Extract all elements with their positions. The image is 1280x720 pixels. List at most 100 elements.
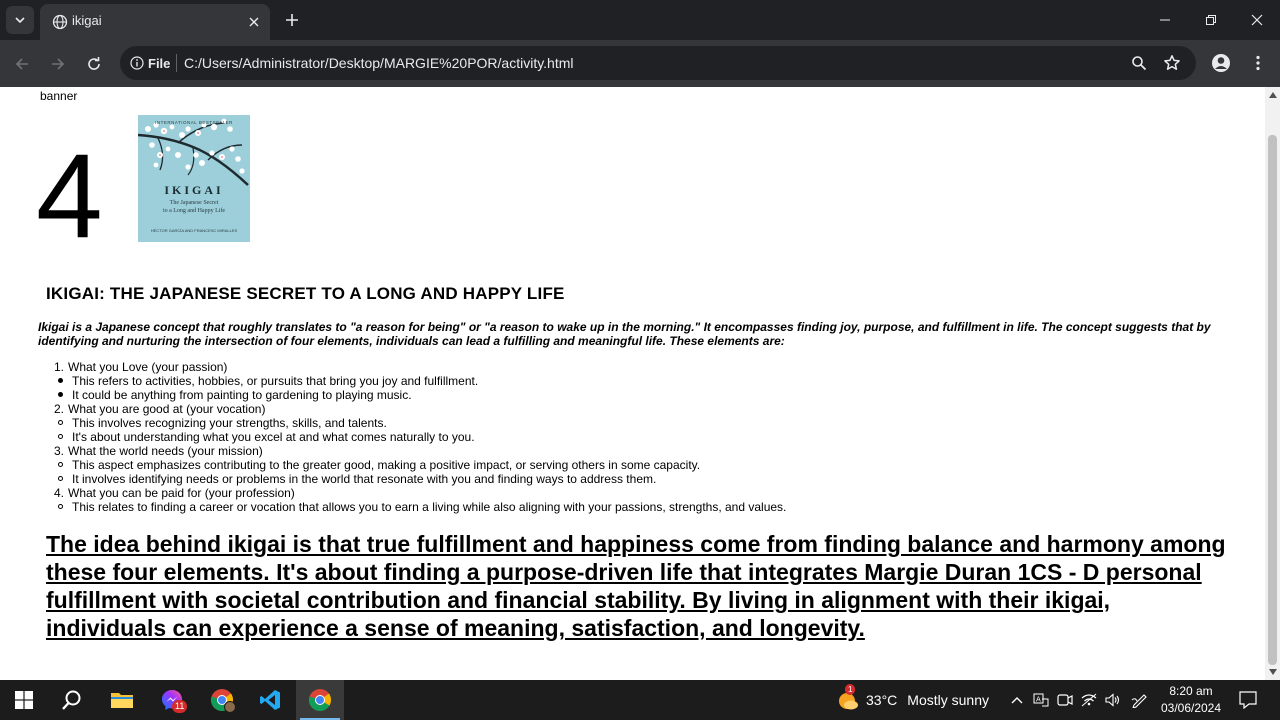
new-tab-button[interactable]	[280, 8, 304, 32]
clock-date: 03/06/2024	[1160, 701, 1222, 715]
element-number: 2.	[54, 402, 65, 416]
book-top-text: INTERNATIONAL BESTSELLER	[155, 120, 233, 125]
close-window-button[interactable]	[1234, 0, 1280, 40]
network-button[interactable]	[1078, 680, 1100, 720]
bullet-icon	[54, 430, 72, 444]
browser-toolbar: File C:/Users/Administrator/Desktop/MARG…	[0, 40, 1280, 87]
element-point-text: This aspect emphasizes contributing to t…	[72, 458, 701, 472]
url-text[interactable]: C:/Users/Administrator/Desktop/MARGIE%20…	[184, 55, 574, 71]
weather-icon-wrap: 1	[836, 684, 860, 712]
tab-title: ikigai	[72, 13, 102, 28]
tab-strip: ikigai	[0, 0, 1280, 40]
ikigai-elements-list: 1. What you Love (your passion) This refer…	[54, 360, 786, 514]
element-point-text: This relates to finding a career or voca…	[72, 500, 787, 514]
weather-temp: 33°C	[866, 692, 898, 708]
page-viewport: banner 4 INTERNATIONAL BESTSELLER IKIGAI	[0, 87, 1265, 680]
element-point: It involves identifying needs or problem…	[54, 472, 786, 486]
element-item: 1. What you Love (your passion)	[54, 360, 786, 374]
show-hidden-icons-button[interactable]	[1006, 680, 1028, 720]
site-info-label: File	[148, 55, 171, 71]
notification-icon	[1239, 691, 1257, 709]
arrow-left-icon	[15, 58, 28, 70]
element-label: What you can be paid for (your professio…	[68, 486, 295, 500]
chrome-profile-button[interactable]	[198, 680, 246, 720]
volume-button[interactable]	[1102, 680, 1124, 720]
chrome-icon	[308, 689, 332, 711]
bookmark-button[interactable]	[1160, 51, 1184, 75]
arrow-right-icon	[52, 58, 65, 70]
messenger-button[interactable]: 11	[148, 680, 196, 720]
reload-button[interactable]	[80, 50, 108, 78]
close-icon	[249, 17, 259, 27]
activity-number: 4	[36, 129, 103, 263]
element-label: What you Love (your passion)	[68, 360, 228, 374]
start-button[interactable]	[0, 680, 48, 720]
triangle-up-icon	[1268, 92, 1277, 98]
address-bar[interactable]: File C:/Users/Administrator/Desktop/MARG…	[120, 46, 1196, 80]
site-info-chip[interactable]: File	[124, 50, 178, 76]
speaker-icon	[1105, 693, 1120, 707]
chip-divider	[176, 54, 177, 72]
ikigai-book-cover: INTERNATIONAL BESTSELLER IKIGAI The Japa…	[138, 115, 250, 242]
tab-ikigai[interactable]: ikigai	[40, 4, 270, 40]
conclusion-paragraph: The idea behind ikigai is that true fulf…	[46, 531, 1226, 641]
weather-widget[interactable]: 1 33°C Mostly sunny	[836, 680, 989, 720]
restore-button[interactable]	[1188, 0, 1234, 40]
minimize-button[interactable]	[1142, 0, 1188, 40]
menu-button[interactable]	[1246, 51, 1270, 75]
notifications-button[interactable]	[1236, 680, 1260, 720]
bullet-icon	[54, 472, 72, 486]
scroll-down-button[interactable]	[1265, 666, 1280, 678]
element-number: 3.	[54, 444, 65, 458]
folder-icon	[111, 693, 133, 708]
camera-icon	[1057, 694, 1073, 706]
vscode-icon	[260, 690, 280, 710]
info-icon	[130, 56, 144, 70]
reload-icon	[88, 57, 100, 70]
scroll-up-button[interactable]	[1265, 89, 1280, 101]
element-point: It could be anything from painting to ga…	[54, 388, 786, 402]
scroll-thumb[interactable]	[1268, 135, 1277, 665]
windows-taskbar: 11 1 33°C Mostly sunny A 8:20 am 03/06/2…	[0, 680, 1280, 720]
svg-text:A: A	[1036, 696, 1041, 704]
book-title: IKIGAI	[164, 183, 224, 197]
pen-workspace-button[interactable]	[1128, 680, 1152, 720]
search-button[interactable]	[48, 680, 96, 720]
element-point: It's about understanding what you excel …	[54, 430, 786, 444]
element-point: This relates to finding a career or voca…	[54, 500, 786, 514]
element-item: 2. What you are good at (your vocation)	[54, 402, 786, 416]
cherry-blossom-branch-icon	[138, 118, 249, 186]
chrome-button[interactable]	[296, 680, 344, 720]
file-explorer-button[interactable]	[98, 680, 146, 720]
taskbar-clock[interactable]: 8:20 am 03/06/2024	[1156, 683, 1226, 717]
page-title: IKIGAI: THE JAPANESE SECRET TO A LONG AN…	[46, 284, 565, 303]
close-icon	[1251, 14, 1263, 26]
zoom-button[interactable]	[1127, 51, 1151, 75]
input-method-button[interactable]: A	[1030, 680, 1052, 720]
element-point-text: It's about understanding what you excel …	[72, 430, 475, 444]
profile-button[interactable]	[1209, 51, 1233, 75]
plus-icon	[286, 14, 298, 26]
tab-search-button[interactable]	[6, 6, 34, 34]
page-scrollbar[interactable]	[1265, 87, 1280, 680]
profile-icon	[1212, 54, 1230, 72]
tab-close-button[interactable]	[244, 12, 264, 32]
weather-text: Mostly sunny	[907, 692, 989, 708]
meet-now-button[interactable]	[1054, 680, 1076, 720]
back-button[interactable]	[8, 50, 36, 78]
triangle-down-icon	[1268, 669, 1277, 675]
avatar	[224, 701, 236, 713]
book-authors: HÉCTOR GARCÍA AND FRANCESC MIRALLES	[150, 228, 238, 233]
bullet-icon	[54, 500, 72, 514]
vscode-button[interactable]	[246, 680, 294, 720]
element-number: 4.	[54, 486, 65, 500]
messenger-badge: 11	[172, 700, 188, 713]
windows-logo-icon	[15, 691, 33, 709]
bullet-icon	[54, 388, 72, 402]
element-label: What the world needs (your mission)	[68, 444, 263, 458]
forward-button[interactable]	[44, 50, 72, 78]
element-point: This refers to activities, hobbies, or p…	[54, 374, 786, 388]
element-point: This involves recognizing your strengths…	[54, 416, 786, 430]
intro-paragraph: Ikigai is a Japanese concept that roughl…	[38, 320, 1211, 348]
zoom-icon	[1132, 56, 1147, 71]
